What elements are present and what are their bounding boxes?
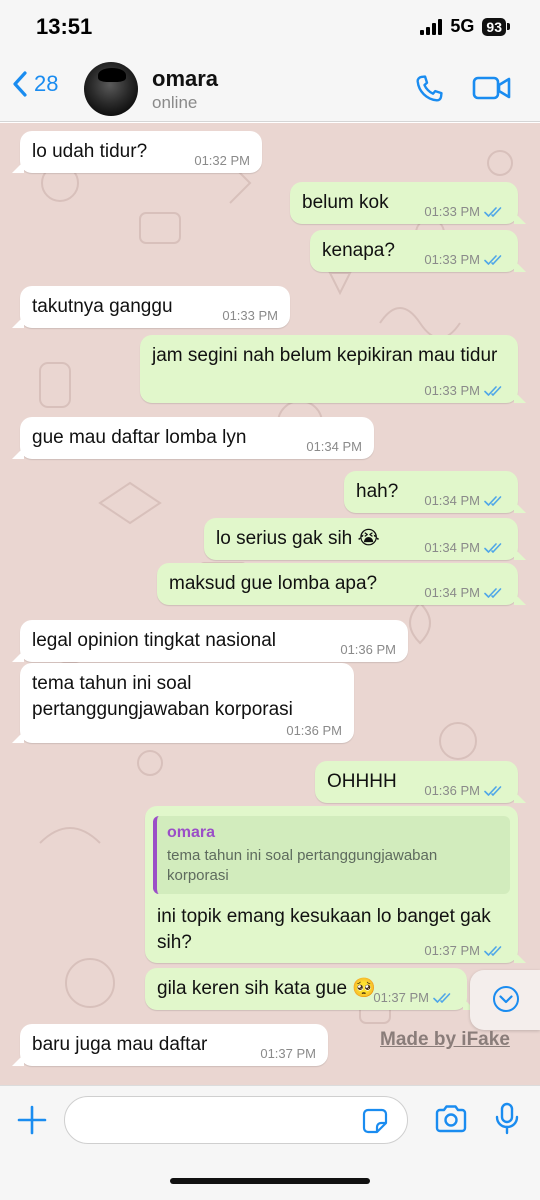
- outgoing-message-bubble[interactable]: belum kok 01:33 PM: [290, 182, 526, 224]
- outgoing-message-bubble[interactable]: omara tema tahun ini soal pertanggungjawa…: [145, 806, 526, 963]
- microphone-icon: [495, 1102, 519, 1135]
- message-meta: 01:33 PM: [424, 252, 506, 267]
- read-ticks-icon: [484, 785, 502, 796]
- outgoing-message-bubble[interactable]: maksud gue lomba apa? 01:34 PM: [157, 563, 526, 605]
- message-meta: 01:34 PM: [424, 540, 506, 555]
- unread-count: 28: [34, 71, 59, 96]
- incoming-message-bubble[interactable]: legal opinion tingkat nasional 01:36 PM: [12, 620, 408, 662]
- message-text: jam segini nah belum kepikiran mau tidur: [152, 345, 498, 366]
- message-time: 01:37 PM: [373, 990, 429, 1005]
- outgoing-message-bubble[interactable]: OHHHH 01:36 PM: [315, 761, 526, 803]
- outgoing-message-bubble[interactable]: kenapa? 01:33 PM: [310, 230, 526, 272]
- home-indicator: [170, 1178, 370, 1184]
- message-time: 01:34 PM: [424, 540, 480, 555]
- read-ticks-icon: [484, 587, 502, 598]
- call-button[interactable]: [412, 72, 446, 111]
- status-indicators: 5G 93: [420, 16, 510, 37]
- quoted-author: omara: [167, 824, 216, 841]
- message-time: 01:37 PM: [260, 1046, 316, 1061]
- message-meta: 01:33 PM: [424, 383, 506, 398]
- message-meta: 01:37 PM: [373, 990, 455, 1005]
- message-time: 01:36 PM: [286, 723, 342, 738]
- message-text: tema tahun ini soal pertanggungjawaban k…: [32, 673, 293, 720]
- read-ticks-icon: [484, 385, 502, 396]
- sticker-button[interactable]: [362, 1108, 388, 1139]
- cellular-signal-icon: [420, 18, 443, 35]
- message-time: 01:32 PM: [194, 153, 250, 168]
- outgoing-message-bubble[interactable]: lo serius gak sih 😭 01:34 PM: [204, 518, 526, 560]
- message-meta: 01:36 PM: [286, 723, 342, 738]
- battery-icon: 93: [482, 17, 510, 36]
- message-time: 01:34 PM: [424, 585, 480, 600]
- microphone-button[interactable]: [494, 1102, 520, 1141]
- camera-icon: [435, 1105, 467, 1133]
- message-meta: 01:36 PM: [340, 642, 396, 657]
- contact-status: online: [152, 93, 198, 112]
- read-ticks-icon: [433, 992, 451, 1003]
- message-time: 01:33 PM: [424, 252, 480, 267]
- message-time: 01:33 PM: [222, 308, 278, 323]
- message-meta: 01:34 PM: [424, 585, 506, 600]
- read-ticks-icon: [484, 206, 502, 217]
- message-input[interactable]: [64, 1096, 408, 1144]
- outgoing-message-bubble[interactable]: jam segini nah belum kepikiran mau tidur…: [140, 335, 526, 403]
- message-time: 01:37 PM: [424, 943, 480, 958]
- phone-icon: [416, 75, 443, 102]
- chat-header: 28 omara online: [0, 58, 540, 122]
- message-meta: 01:33 PM: [222, 308, 278, 323]
- attach-button[interactable]: [16, 1104, 48, 1141]
- plus-icon: [17, 1105, 47, 1135]
- message-time: 01:36 PM: [340, 642, 396, 657]
- network-type: 5G: [450, 16, 475, 36]
- read-ticks-icon: [484, 254, 502, 265]
- scroll-to-bottom-button[interactable]: [470, 970, 540, 1030]
- message-meta: 01:37 PM: [260, 1046, 316, 1061]
- composer-bar: [0, 1085, 540, 1200]
- message-time: 01:34 PM: [424, 493, 480, 508]
- message-meta: 01:37 PM: [424, 943, 506, 958]
- quoted-text: tema tahun ini soal pertanggungjawaban k…: [167, 847, 438, 884]
- status-bar: 13:51 5G 93: [0, 0, 540, 58]
- incoming-message-bubble[interactable]: lo udah tidur? 01:32 PM: [12, 131, 262, 173]
- chevron-left-icon: [13, 71, 27, 97]
- incoming-message-bubble[interactable]: takutnya ganggu 01:33 PM: [12, 286, 290, 328]
- outgoing-message-bubble[interactable]: gila keren sih kata gue 🥺 01:37 PM: [145, 968, 475, 1010]
- avatar[interactable]: [84, 62, 138, 116]
- contact-name[interactable]: omara: [152, 66, 218, 92]
- read-ticks-icon: [484, 542, 502, 553]
- message-time: 01:36 PM: [424, 783, 480, 798]
- status-time: 13:51: [36, 14, 93, 39]
- sticker-icon: [362, 1108, 388, 1134]
- message-time: 01:33 PM: [424, 383, 480, 398]
- message-meta: 01:36 PM: [424, 783, 506, 798]
- message-time: 01:33 PM: [424, 204, 480, 219]
- incoming-message-bubble[interactable]: baru juga mau daftar 01:37 PM: [12, 1024, 328, 1066]
- video-camera-icon: [472, 76, 511, 100]
- video-call-button[interactable]: [472, 73, 512, 108]
- battery-level: 93: [482, 17, 506, 36]
- message-meta: 01:34 PM: [306, 439, 362, 454]
- message-meta: 01:33 PM: [424, 204, 506, 219]
- message-meta: 01:32 PM: [194, 153, 250, 168]
- chevron-down-circle-icon: [493, 986, 519, 1012]
- read-ticks-icon: [484, 495, 502, 506]
- chat-area[interactable]: lo udah tidur? 01:32 PM belum kok 01:33 PM k…: [0, 123, 540, 1085]
- message-meta: 01:34 PM: [424, 493, 506, 508]
- camera-button[interactable]: [434, 1104, 468, 1139]
- incoming-message-bubble[interactable]: tema tahun ini soal pertanggungjawaban k…: [12, 663, 354, 743]
- quoted-message[interactable]: omara tema tahun ini soal pertanggungjawa…: [153, 816, 510, 894]
- message-time: 01:34 PM: [306, 439, 362, 454]
- incoming-message-bubble[interactable]: gue mau daftar lomba lyn 01:34 PM: [12, 417, 374, 459]
- watermark: Made by iFake: [380, 1029, 510, 1050]
- outgoing-message-bubble[interactable]: hah? 01:34 PM: [344, 471, 526, 513]
- back-button[interactable]: 28: [12, 70, 58, 98]
- read-ticks-icon: [484, 945, 502, 956]
